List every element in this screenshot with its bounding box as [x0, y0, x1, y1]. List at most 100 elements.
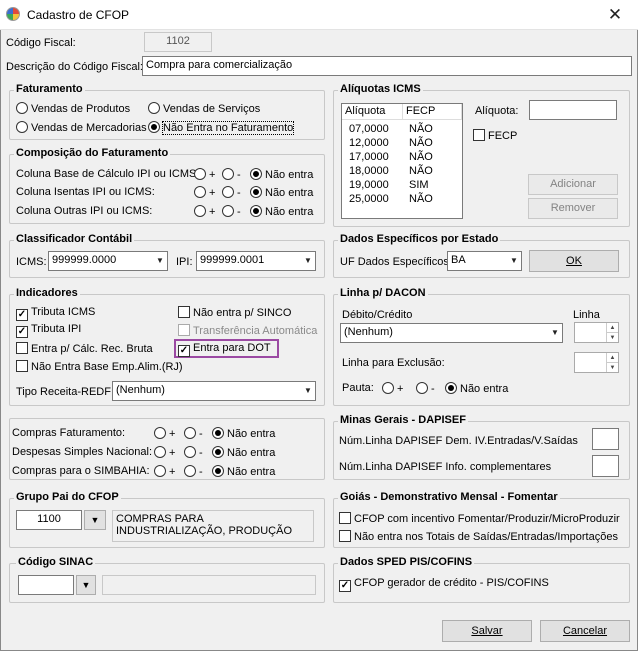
- debito-credito-label: Débito/Crédito: [342, 309, 413, 321]
- uf-combo[interactable]: BA ▼: [447, 251, 522, 271]
- ipi-label: IPI:: [176, 256, 193, 268]
- col-header-fecp[interactable]: FECP: [403, 104, 462, 120]
- spin-up-icon[interactable]: ▲: [606, 323, 618, 333]
- dacon-title: Linha p/ DACON: [338, 287, 428, 299]
- radio-nao-entra[interactable]: Não entra: [212, 427, 275, 440]
- linha-spinner[interactable]: ▲ ▼: [574, 322, 619, 343]
- faturamento-title: Faturamento: [14, 83, 85, 95]
- grupo-pai-title: Grupo Pai do CFOP: [14, 491, 121, 503]
- checkbox-entra-calc-rec-bruta[interactable]: Entra p/ Cálc. Rec. Bruta: [16, 342, 153, 355]
- chevron-down-icon: ▼: [551, 328, 559, 337]
- grupo-pai-code-field[interactable]: 1100: [16, 510, 82, 530]
- checkbox-entra-para-dot[interactable]: ✓ Entra para DOT: [178, 342, 271, 357]
- radio-plus[interactable]: +: [194, 168, 215, 181]
- radio-vendas-servicos[interactable]: Vendas de Serviços: [148, 102, 260, 115]
- salvar-button[interactable]: Salvar: [442, 620, 532, 642]
- grupo-pai-dropdown-button[interactable]: ▼: [84, 510, 106, 530]
- minas-row1-field[interactable]: [592, 428, 619, 450]
- radio-plus[interactable]: +: [382, 382, 403, 395]
- list-item[interactable]: 19,0000: [346, 178, 389, 192]
- radio-plus[interactable]: +: [154, 446, 175, 459]
- radio-minus[interactable]: -: [184, 446, 203, 459]
- radio-nao-entra[interactable]: Não entra: [250, 168, 313, 181]
- compras-row-label: Despesas Simples Nacional:: [12, 446, 153, 458]
- remover-button[interactable]: Remover: [528, 198, 618, 219]
- radio-nao-entra[interactable]: Não entra: [250, 205, 313, 218]
- checkmark-icon: ✓: [16, 309, 28, 321]
- radio-plus[interactable]: +: [194, 205, 215, 218]
- checkbox-cfop-gerador-credito[interactable]: ✓ CFOP gerador de crédito - PIS/COFINS: [339, 577, 549, 592]
- composicao-row-label: Coluna Isentas IPI ou ICMS:: [16, 186, 155, 198]
- radio-minus[interactable]: -: [416, 382, 435, 395]
- radio-nao-entra[interactable]: Não entra: [445, 382, 508, 395]
- linha-exclusao-label: Linha para Exclusão:: [342, 357, 445, 369]
- list-item[interactable]: 18,0000: [346, 164, 389, 178]
- aliquotas-list[interactable]: Alíquota FECP 07,0000 NÃO 12,0000 NÃO 17…: [341, 103, 463, 219]
- spin-down-icon[interactable]: ▼: [606, 332, 618, 342]
- radio-vendas-mercadorias[interactable]: Vendas de Mercadorias: [16, 121, 147, 134]
- list-item[interactable]: NÃO: [406, 122, 433, 136]
- composicao-title: Composição do Faturamento: [14, 147, 171, 159]
- radio-plus[interactable]: +: [154, 427, 175, 440]
- checkbox-nao-entra-base[interactable]: Não Entra Base Emp.Alim.(RJ): [16, 360, 183, 373]
- checkbox-nao-entra-totais[interactable]: Não entra nos Totais de Saídas/Entradas/…: [339, 530, 618, 543]
- radio-icon: [16, 102, 28, 114]
- radio-minus[interactable]: -: [222, 186, 241, 199]
- debito-credito-combo[interactable]: (Nenhum) ▼: [340, 323, 563, 343]
- list-item[interactable]: 17,0000: [346, 150, 389, 164]
- checkbox-nao-entra-sinco[interactable]: Não entra p/ SINCO: [178, 306, 291, 319]
- list-item[interactable]: SIM: [406, 178, 429, 192]
- window-title: Cadastro de CFOP: [27, 8, 130, 22]
- composicao-row-label: Coluna Base de Cálculo IPI ou ICMS:: [16, 168, 200, 180]
- radio-nao-entra[interactable]: Não entra: [250, 186, 313, 199]
- linha-exclusao-spinner[interactable]: ▲ ▼: [574, 352, 619, 373]
- radio-vendas-produtos[interactable]: Vendas de Produtos: [16, 102, 130, 115]
- sinac-code-field[interactable]: [18, 575, 74, 595]
- spin-up-icon[interactable]: ▲: [606, 353, 618, 363]
- list-item[interactable]: NÃO: [406, 164, 433, 178]
- list-item[interactable]: 25,0000: [346, 192, 389, 206]
- list-item[interactable]: 07,0000: [346, 122, 389, 136]
- aliquota-field[interactable]: [529, 100, 617, 120]
- minas-row2-field[interactable]: [592, 455, 619, 477]
- col-header-aliquota[interactable]: Alíquota: [342, 104, 403, 120]
- checkbox-cfop-incentivo[interactable]: CFOP com incentivo Fomentar/Produzir/Mic…: [339, 512, 620, 525]
- list-item[interactable]: NÃO: [406, 192, 433, 206]
- checkbox-tributa-icms[interactable]: ✓ Tributa ICMS: [16, 306, 95, 321]
- tipo-receita-combo[interactable]: (Nenhum) ▼: [112, 381, 316, 401]
- radio-nao-entra[interactable]: Não entra: [212, 465, 275, 478]
- sinac-dropdown-button[interactable]: ▼: [76, 575, 96, 595]
- icms-combo[interactable]: 999999.0000 ▼: [48, 251, 168, 271]
- spin-down-icon[interactable]: ▼: [606, 362, 618, 372]
- radio-plus[interactable]: +: [154, 465, 175, 478]
- radio-icon: [148, 102, 160, 114]
- checkbox-tributa-ipi[interactable]: ✓ Tributa IPI: [16, 323, 81, 338]
- radio-minus[interactable]: -: [184, 465, 203, 478]
- radio-icon: [16, 121, 28, 133]
- adicionar-button[interactable]: Adicionar: [528, 174, 618, 195]
- radio-minus[interactable]: -: [184, 427, 203, 440]
- cancelar-button[interactable]: Cancelar: [540, 620, 630, 642]
- checkbox-fecp[interactable]: FECP: [473, 129, 517, 142]
- list-item[interactable]: NÃO: [406, 150, 433, 164]
- descricao-field[interactable]: Compra para comercialização: [142, 56, 632, 76]
- list-item[interactable]: NÃO: [406, 136, 433, 150]
- minas-row1-label: Núm.Linha DAPISEF Dem. IV.Entradas/V.Saí…: [339, 435, 578, 447]
- chevron-down-icon: ▼: [156, 256, 164, 265]
- radio-minus[interactable]: -: [222, 168, 241, 181]
- descricao-label: Descrição do Código Fiscal:: [6, 61, 143, 73]
- radio-minus[interactable]: -: [222, 205, 241, 218]
- checkbox-transferencia-automatica[interactable]: Transferência Automática: [178, 324, 317, 337]
- dados-estado-title: Dados Específicos por Estado: [338, 233, 501, 245]
- app-icon: [6, 7, 20, 21]
- ok-button[interactable]: OK: [529, 250, 619, 272]
- close-icon[interactable]: ✕: [598, 2, 632, 28]
- radio-plus[interactable]: +: [194, 186, 215, 199]
- list-item[interactable]: 12,0000: [346, 136, 389, 150]
- codigo-fiscal-field[interactable]: 1102: [144, 32, 212, 52]
- ipi-combo[interactable]: 999999.0001 ▼: [196, 251, 316, 271]
- radio-nao-entra[interactable]: Não entra: [212, 446, 275, 459]
- linha-label: Linha: [573, 309, 600, 321]
- radio-nao-entra-faturamento[interactable]: Não Entra no Faturamento: [148, 121, 295, 135]
- pauta-label: Pauta:: [342, 382, 374, 394]
